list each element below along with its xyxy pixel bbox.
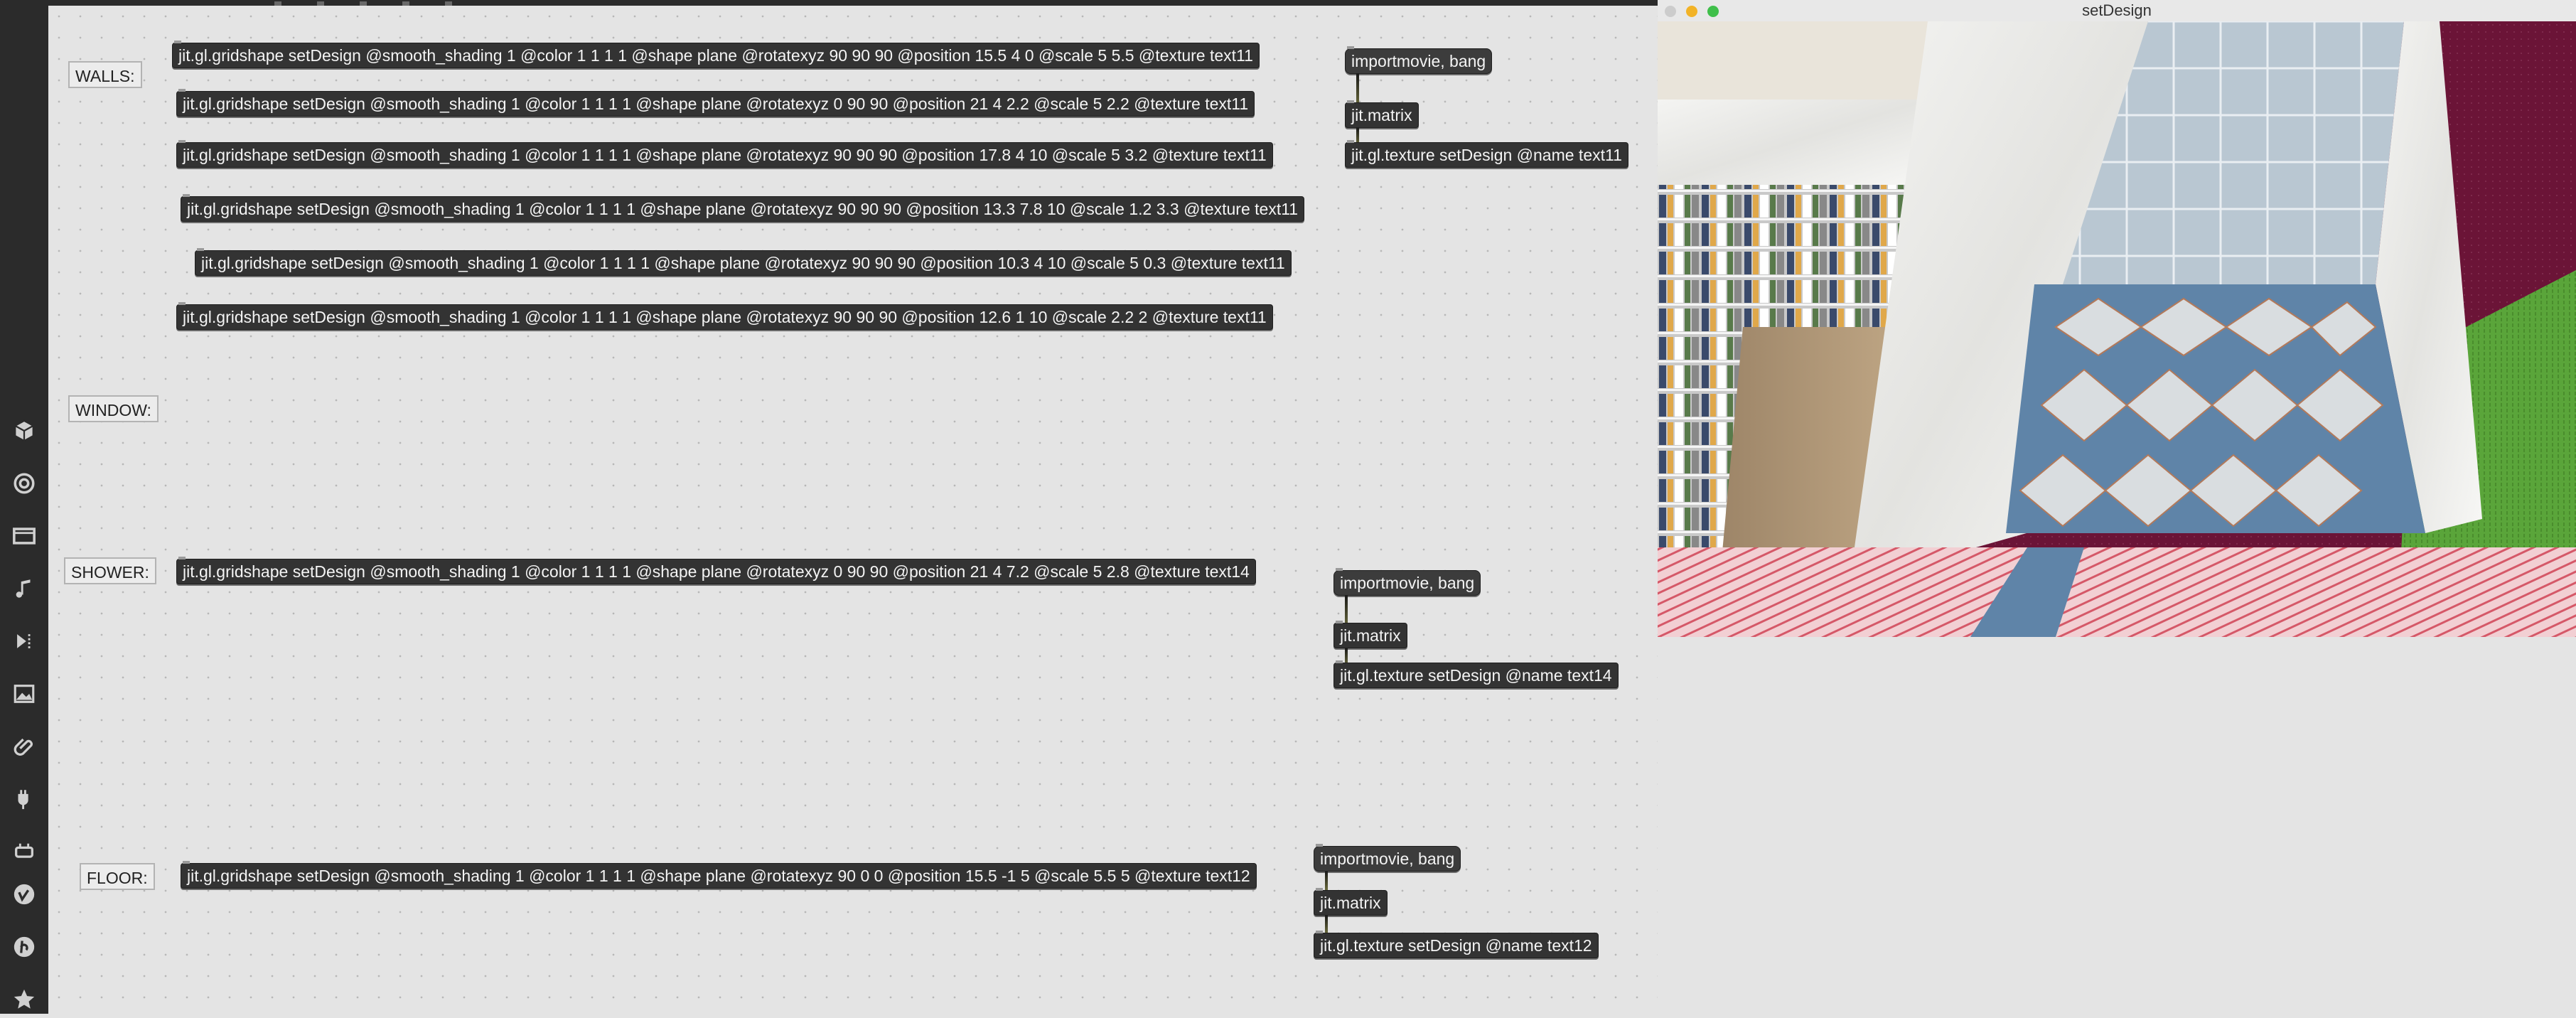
importmovie-message[interactable]: importmovie, bang <box>1333 568 1481 596</box>
close-button[interactable] <box>1665 6 1676 17</box>
patch-cord <box>1356 74 1359 105</box>
music-note-icon[interactable] <box>0 570 48 607</box>
zoom-button[interactable] <box>1707 6 1719 17</box>
render-canvas <box>1658 21 2576 637</box>
patch-cord <box>1325 916 1328 933</box>
wall-gridshape-object[interactable]: jit.gl.gridshape setDesign @smooth_shadi… <box>172 41 1260 68</box>
walls-comment: WALLS: <box>68 61 142 88</box>
window-titlebar[interactable]: setDesign <box>1658 0 2576 22</box>
window-comment: WINDOW: <box>68 395 159 422</box>
patch-cord <box>1325 872 1328 890</box>
connector-icon[interactable] <box>0 833 48 870</box>
patcher-top-bar <box>48 0 1658 6</box>
b-logo-icon[interactable] <box>0 928 48 965</box>
setdesign-render-window[interactable]: setDesign <box>1658 0 2576 640</box>
wall-gridshape-object[interactable]: jit.gl.gridshape setDesign @smooth_shadi… <box>195 248 1292 276</box>
jit-matrix-object[interactable]: jit.matrix <box>1314 888 1388 916</box>
image-icon[interactable] <box>0 675 48 712</box>
wall-gridshape-object[interactable]: jit.gl.gridshape setDesign @smooth_shadi… <box>176 302 1273 330</box>
plug-icon[interactable] <box>0 781 48 818</box>
wall-gridshape-object[interactable]: jit.gl.gridshape setDesign @smooth_shadi… <box>181 194 1305 222</box>
minimize-button[interactable] <box>1686 6 1697 17</box>
paperclip-icon[interactable] <box>0 728 48 765</box>
circle-target-icon[interactable] <box>0 465 48 502</box>
shower-comment: SHOWER: <box>64 557 156 584</box>
cube-icon[interactable] <box>0 412 48 449</box>
floor-gridshape-object[interactable]: jit.gl.gridshape setDesign @smooth_shadi… <box>181 861 1257 889</box>
wall-gridshape-object[interactable]: jit.gl.gridshape setDesign @smooth_shadi… <box>176 140 1273 168</box>
patcher-canvas[interactable]: WALLS: WINDOW: SHOWER: FLOOR: jit.gl.gri… <box>48 6 1658 1014</box>
floor-comment: FLOOR: <box>80 863 155 890</box>
left-sidebar <box>0 0 48 1014</box>
film-icon[interactable] <box>0 518 48 554</box>
jit-matrix-object[interactable]: jit.matrix <box>1345 100 1419 128</box>
vimeo-icon[interactable] <box>0 876 48 913</box>
sequencer-icon[interactable] <box>0 623 48 660</box>
importmovie-message[interactable]: importmovie, bang <box>1345 46 1493 74</box>
jit-gl-texture-object[interactable]: jit.gl.texture setDesign @name text14 <box>1333 660 1619 688</box>
importmovie-message[interactable]: importmovie, bang <box>1314 844 1461 872</box>
window-title: setDesign <box>2082 1 2152 19</box>
jit-gl-texture-object[interactable]: jit.gl.texture setDesign @name text12 <box>1314 931 1599 958</box>
wall-gridshape-object[interactable]: jit.gl.gridshape setDesign @smooth_shadi… <box>176 89 1255 117</box>
jit-gl-texture-object[interactable]: jit.gl.texture setDesign @name text11 <box>1345 140 1628 168</box>
jit-matrix-object[interactable]: jit.matrix <box>1333 621 1407 648</box>
star-icon[interactable] <box>0 981 48 1018</box>
shower-gridshape-object[interactable]: jit.gl.gridshape setDesign @smooth_shadi… <box>176 557 1256 584</box>
